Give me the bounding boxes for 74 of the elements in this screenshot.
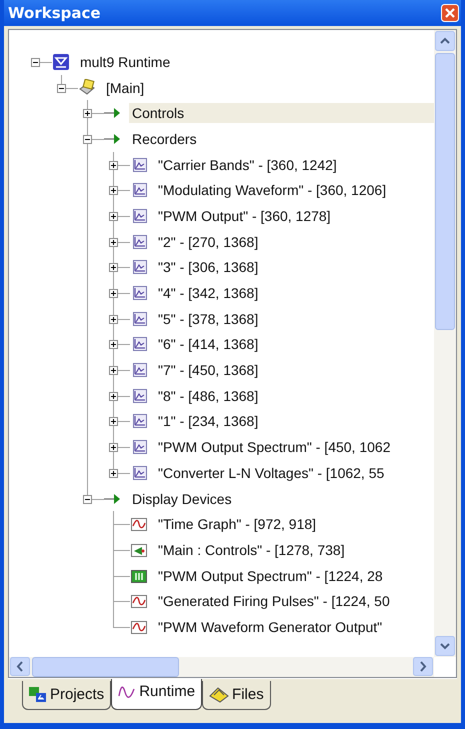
expand-icon[interactable] [109, 212, 118, 221]
expand-icon[interactable] [109, 238, 118, 247]
chart-icon [130, 156, 148, 174]
chart-icon [130, 335, 148, 354]
chart-icon [130, 181, 148, 200]
tree-item[interactable]: "PWM Output Spectrum" - [450, 1062 [155, 437, 394, 458]
tree-item[interactable]: "8" - [486, 1368] [155, 386, 262, 406]
folder-icon [209, 686, 230, 702]
tree-item[interactable]: "PWM Output Spectrum" - [1224, 28 [155, 566, 386, 586]
chart-icon [130, 206, 148, 225]
scroll-thumb[interactable] [32, 657, 179, 677]
expand-icon[interactable] [109, 263, 118, 272]
close-icon[interactable] [441, 4, 459, 22]
chart-icon [130, 361, 148, 380]
scroll-right-icon[interactable] [413, 657, 433, 676]
chart-icon [130, 258, 148, 276]
expand-icon[interactable] [109, 417, 118, 426]
tree-item[interactable]: "5" - [378, 1368] [155, 308, 262, 329]
tree-item[interactable]: [Main] [103, 78, 148, 98]
wave-icon [118, 684, 136, 700]
tree-item[interactable]: "Main : Controls" - [1278, 738] [155, 540, 348, 560]
expand-icon[interactable] [109, 443, 118, 452]
tree-item[interactable]: "Time Graph" - [972, 918] [155, 514, 320, 534]
tree-item[interactable]: "7" - [450, 1368] [155, 360, 262, 380]
expand-icon[interactable] [109, 314, 118, 324]
tree-item[interactable]: Controls [129, 103, 434, 124]
tab[interactable]: Runtime [111, 679, 202, 710]
expand-icon[interactable] [109, 160, 118, 170]
expand-icon[interactable] [83, 109, 92, 118]
expand-icon[interactable] [109, 468, 118, 478]
tree-item[interactable]: Display Devices [129, 488, 235, 509]
collapse-icon[interactable] [57, 84, 66, 93]
expand-icon[interactable] [109, 366, 118, 376]
chart-icon [130, 412, 148, 430]
horizontal-scrollbar[interactable] [9, 657, 434, 677]
tree-item[interactable]: "4" - [342, 1368] [155, 283, 262, 304]
tree-item[interactable]: "2" - [270, 1368] [155, 232, 262, 252]
tree-item[interactable]: "1" - [234, 1368] [155, 411, 262, 432]
expand-icon[interactable] [109, 340, 118, 350]
chart-icon [130, 464, 148, 482]
tree-item[interactable]: Recorders [129, 128, 200, 149]
scroll-down-icon[interactable] [435, 636, 455, 656]
chart-icon [130, 310, 148, 328]
expand-icon[interactable] [109, 289, 118, 298]
chart-icon [130, 438, 148, 456]
tree-item[interactable]: "PWM Waveform Generator Output" [155, 616, 386, 637]
wave-icon [130, 592, 148, 610]
collapse-icon[interactable] [83, 134, 92, 144]
tree-item[interactable]: "3" - [306, 1368] [155, 257, 262, 278]
collapse-icon[interactable] [31, 58, 40, 67]
scroll-up-icon[interactable] [435, 31, 455, 51]
scroll-thumb[interactable] [435, 53, 455, 330]
projects-icon [29, 686, 47, 702]
tree-item[interactable]: "Modulating Waveform" - [360, 1206] [155, 180, 390, 200]
runtime-icon [52, 52, 70, 71]
window-title: Workspace [8, 4, 101, 22]
tree-item[interactable]: "Carrier Bands" - [360, 1242] [155, 154, 340, 175]
computer-icon [78, 78, 96, 97]
tree-item[interactable]: "6" - [414, 1368] [155, 334, 262, 354]
wave-icon [130, 515, 148, 534]
chart-icon [130, 386, 148, 405]
tab[interactable]: Files [202, 681, 271, 710]
chart-icon [130, 284, 148, 302]
scroll-left-icon[interactable] [10, 657, 30, 676]
tree-item[interactable]: mult9 Runtime [77, 52, 174, 72]
vertical-scrollbar[interactable] [434, 30, 456, 657]
collapse-icon[interactable] [83, 494, 92, 504]
tree-item[interactable]: "Converter L-N Voltages" - [1062, 55 [155, 462, 388, 483]
chart-icon [130, 232, 148, 251]
expand-icon[interactable] [109, 186, 118, 196]
expand-icon[interactable] [109, 392, 118, 401]
tab[interactable]: Projects [22, 681, 112, 710]
tree-item[interactable]: "PWM Output" - [360, 1278] [155, 206, 334, 226]
tree-item[interactable]: "Generated Firing Pulses" - [1224, 50 [155, 591, 393, 612]
